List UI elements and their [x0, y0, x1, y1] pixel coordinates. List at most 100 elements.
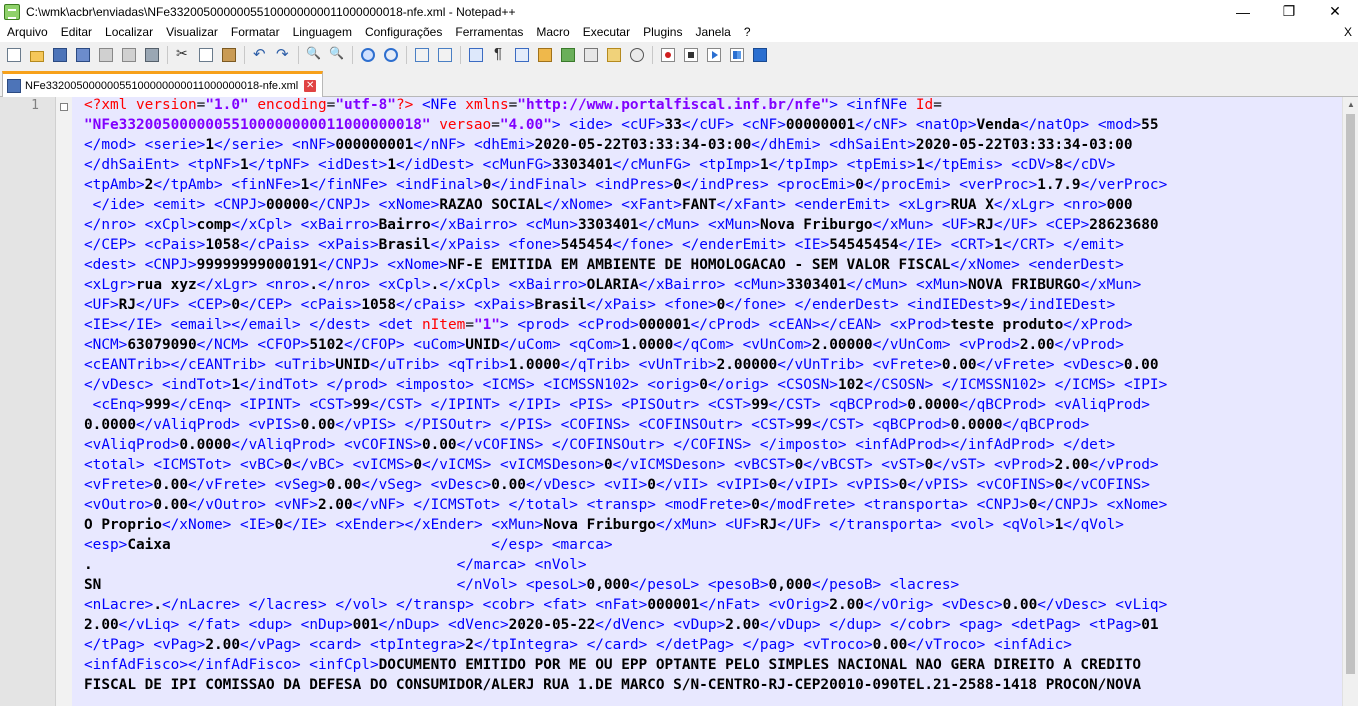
- record-macro-button[interactable]: [658, 45, 678, 65]
- toolbar: [0, 42, 1358, 67]
- sync-horizontal-button[interactable]: [435, 45, 455, 65]
- sync-vertical-icon: [415, 47, 429, 62]
- sync-horizontal-icon: [438, 47, 452, 62]
- notepadpp-app-icon: [4, 3, 20, 20]
- close-button[interactable]: [96, 45, 116, 65]
- menu-executar[interactable]: Executar: [576, 23, 636, 42]
- stop-macro-icon: [684, 47, 698, 62]
- folder-workspace-button[interactable]: [604, 45, 624, 65]
- toolbar-separator: [406, 45, 407, 64]
- menu-configuracoes[interactable]: Configurações: [358, 23, 448, 42]
- toolbar-separator: [352, 45, 353, 64]
- menu-macro[interactable]: Macro: [529, 23, 575, 42]
- line-number-gutter: 1: [0, 97, 56, 706]
- indent-guide-button[interactable]: [512, 45, 532, 65]
- function-list-icon: [584, 47, 598, 62]
- monitoring-button[interactable]: [627, 45, 647, 65]
- stop-macro-button[interactable]: [681, 45, 701, 65]
- folder-workspace-icon: [607, 47, 621, 62]
- new-file-icon: [7, 47, 21, 62]
- scrollbar-thumb[interactable]: [1346, 114, 1355, 674]
- replace-icon: [329, 46, 344, 62]
- vertical-scrollbar[interactable]: ▲: [1342, 97, 1358, 706]
- save-macro-icon: [753, 47, 767, 62]
- cut-button[interactable]: [173, 45, 193, 65]
- monitoring-icon: [630, 47, 644, 62]
- close-all-icon: [122, 47, 136, 62]
- menu-janela[interactable]: Janela: [688, 23, 736, 42]
- playback-macro-button[interactable]: [704, 45, 724, 65]
- run-macro-multiple-icon: [730, 47, 744, 62]
- word-wrap-icon: [469, 47, 483, 62]
- user-language-icon: [538, 47, 552, 62]
- open-file-button[interactable]: [27, 45, 47, 65]
- save-icon: [53, 47, 67, 62]
- toolbar-separator: [167, 45, 168, 64]
- fold-margin: [56, 97, 72, 706]
- document-map-icon: [561, 47, 575, 62]
- new-file-button[interactable]: [4, 45, 24, 65]
- menu-localizar[interactable]: Localizar: [98, 23, 159, 42]
- record-macro-icon: [661, 47, 675, 62]
- print-icon: [145, 47, 159, 62]
- user-language-button[interactable]: [535, 45, 555, 65]
- xml-code-text[interactable]: <?xml version="1.0" encoding="utf-8"?> <…: [84, 97, 1339, 695]
- save-all-button[interactable]: [73, 45, 93, 65]
- menu-arquivo[interactable]: Arquivo: [0, 23, 54, 42]
- saved-file-icon: [7, 78, 21, 93]
- zoom-in-icon: [361, 47, 375, 62]
- function-list-button[interactable]: [581, 45, 601, 65]
- paste-icon: [222, 47, 236, 62]
- run-macro-multiple-button[interactable]: [727, 45, 747, 65]
- close-document-button[interactable]: X: [1344, 23, 1352, 42]
- cut-icon: [176, 45, 190, 62]
- save-macro-button[interactable]: [750, 45, 770, 65]
- sync-vertical-button[interactable]: [412, 45, 432, 65]
- title-bar: C:\wmk\acbr\enviadas\NFe3320050000005510…: [0, 0, 1358, 23]
- toolbar-separator: [298, 45, 299, 64]
- copy-button[interactable]: [196, 45, 216, 65]
- playback-macro-icon: [707, 47, 721, 62]
- save-button[interactable]: [50, 45, 70, 65]
- window-title: C:\wmk\acbr\enviadas\NFe3320050000005510…: [26, 4, 516, 19]
- find-button[interactable]: [304, 45, 324, 65]
- replace-button[interactable]: [327, 45, 347, 65]
- menu-visualizar[interactable]: Visualizar: [159, 23, 224, 42]
- code-area[interactable]: <?xml version="1.0" encoding="utf-8"?> <…: [72, 97, 1342, 706]
- toolbar-separator: [244, 45, 245, 64]
- fold-marker-icon[interactable]: [60, 103, 68, 111]
- save-all-icon: [76, 47, 90, 62]
- find-icon: [306, 46, 321, 62]
- undo-icon: [253, 45, 267, 63]
- menu-formatar[interactable]: Formatar: [224, 23, 286, 42]
- scroll-up-arrow-icon[interactable]: ▲: [1343, 97, 1358, 113]
- zoom-out-button[interactable]: [381, 45, 401, 65]
- show-all-chars-icon: [492, 45, 506, 62]
- menu-bar: Arquivo Editar Localizar Visualizar Form…: [0, 23, 1358, 42]
- word-wrap-button[interactable]: [466, 45, 486, 65]
- menu-ferramentas[interactable]: Ferramentas: [448, 23, 529, 42]
- minimize-button[interactable]: —: [1220, 0, 1266, 23]
- paste-button[interactable]: [219, 45, 239, 65]
- document-map-button[interactable]: [558, 45, 578, 65]
- menu-plugins[interactable]: Plugins: [636, 23, 688, 42]
- menu-editar[interactable]: Editar: [54, 23, 98, 42]
- document-tab-bar: NFe33200500000055100000000011000000018-n…: [0, 67, 1358, 97]
- menu-linguagem[interactable]: Linguagem: [286, 23, 358, 42]
- redo-icon: [276, 45, 290, 63]
- document-tab[interactable]: NFe33200500000055100000000011000000018-n…: [2, 71, 324, 97]
- editor-pane: 1 <?xml version="1.0" encoding="utf-8"?>…: [0, 97, 1358, 706]
- show-all-chars-button[interactable]: [489, 45, 509, 65]
- document-tab-label: NFe33200500000055100000000011000000018-n…: [25, 79, 299, 92]
- close-all-button[interactable]: [119, 45, 139, 65]
- tab-close-icon[interactable]: ✕: [304, 79, 317, 92]
- zoom-in-button[interactable]: [358, 45, 378, 65]
- print-button[interactable]: [142, 45, 162, 65]
- indent-guide-icon: [515, 47, 529, 62]
- redo-button[interactable]: [273, 45, 293, 65]
- maximize-button[interactable]: ❐: [1266, 0, 1312, 23]
- toolbar-separator: [652, 45, 653, 64]
- menu-help[interactable]: ?: [737, 23, 757, 42]
- undo-button[interactable]: [250, 45, 270, 65]
- close-window-button[interactable]: ✕: [1312, 0, 1358, 23]
